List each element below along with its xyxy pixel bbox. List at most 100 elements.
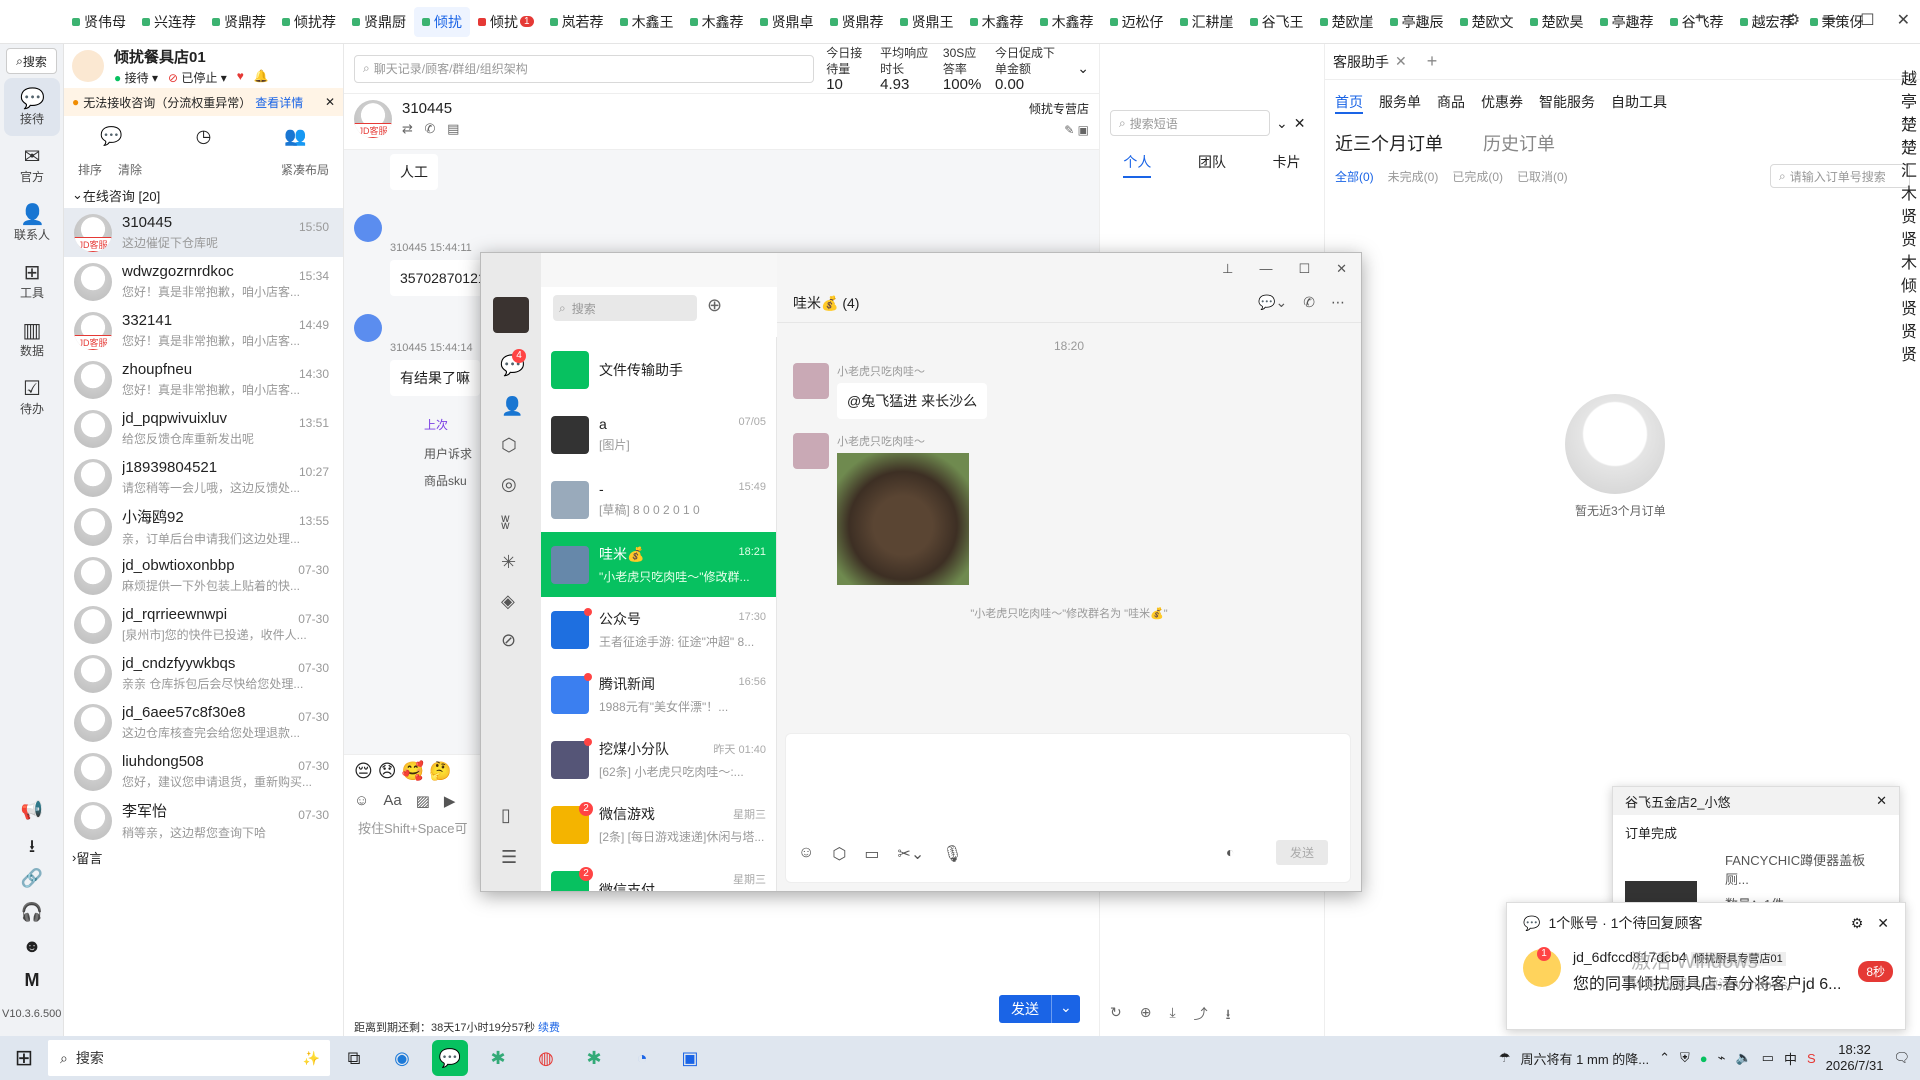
chat-options-icon[interactable]: 💬⌄ <box>1258 294 1287 311</box>
wechat-chat-item[interactable]: 挖煤小分队 [62条] 小老虎只吃肉哇～:... 昨天 01:40 <box>541 727 776 792</box>
edge-tab-label[interactable]: 贤 <box>1901 206 1920 229</box>
rail-item[interactable]: ▥ 数据 <box>0 310 64 368</box>
tab-item[interactable]: 木鑫荐 <box>1032 7 1102 37</box>
edge-tab-label[interactable]: 楚 <box>1901 137 1920 160</box>
edge-tab-label[interactable]: 贤 <box>1901 298 1920 321</box>
maximize-button[interactable]: ☐ <box>1298 261 1310 276</box>
language-indicator[interactable]: 中 <box>1784 1049 1797 1068</box>
clock[interactable]: 18:32 2026/7/31 <box>1826 1042 1884 1074</box>
close-icon[interactable]: ✕ <box>1294 115 1306 132</box>
tab-item[interactable]: 亭趣辰 <box>1382 7 1452 37</box>
order-search-input[interactable]: ⌕ 请输入订单号搜索 <box>1770 164 1910 188</box>
phrase-tab[interactable]: 卡片 <box>1273 152 1301 178</box>
rail-item[interactable]: ☑ 待办 <box>0 368 64 426</box>
conversation-item[interactable]: liuhdong508 您好，建议您申请退货，重新购买... 07-30 <box>64 747 343 796</box>
wechat-chat-item[interactable]: 哇米💰 "小老虎只吃肉哇～"修改群... 18:21 <box>541 532 776 597</box>
settings-icon[interactable]: ⚙ <box>1786 10 1800 30</box>
edge-tab-label[interactable]: 贤 <box>1901 344 1920 367</box>
edge-tab-label[interactable]: 贤 <box>1901 229 1920 252</box>
box-icon[interactable]: ⬡ <box>832 844 846 864</box>
call-icon[interactable]: ✆ <box>1303 294 1315 311</box>
tab-item[interactable]: 贤鼎荐 <box>204 7 274 37</box>
emoji-icon[interactable]: ☻ <box>0 936 64 970</box>
emoji-icon[interactable]: ☺ <box>354 792 369 810</box>
tab-item[interactable]: 贤鼎卓 <box>752 7 822 37</box>
maximize-button[interactable]: ☐ <box>1860 10 1874 30</box>
tab-item[interactable]: 贤鼎荐 <box>822 7 892 37</box>
assistant-tab[interactable]: 客服助手 <box>1333 52 1389 72</box>
order-filter[interactable]: 已完成(0) <box>1452 168 1503 185</box>
edge-tab-label[interactable]: 倾 <box>1901 275 1920 298</box>
send-button[interactable]: 发送 <box>999 995 1051 1023</box>
link-icon[interactable]: 🔗 <box>0 868 64 902</box>
note-icon[interactable]: ▤ <box>447 121 459 136</box>
chat-search-input[interactable]: ⌕ 聊天记录/顾客/群组/组织架构 <box>354 54 815 83</box>
task-view-icon[interactable]: ⧉ <box>336 1040 372 1076</box>
tab-item[interactable]: 谷飞王 <box>1242 7 1312 37</box>
network-icon[interactable]: ⌁ <box>1718 1050 1726 1066</box>
dog-photo[interactable] <box>837 453 969 585</box>
taskbar-search[interactable]: ⌕ 搜索 ✨ <box>48 1040 330 1076</box>
clock-icon[interactable]: ◷ <box>196 126 212 147</box>
app-star2-icon[interactable]: ✱ <box>576 1040 612 1076</box>
weather-text[interactable]: 周六将有 1 mm 的降... <box>1521 1049 1650 1068</box>
close-button[interactable]: ✕ <box>1897 10 1910 30</box>
m-logo-icon[interactable]: M <box>0 970 64 1004</box>
order-section-tab[interactable]: 历史订单 <box>1483 130 1555 156</box>
edge-tab-label[interactable]: 贤 <box>1901 321 1920 344</box>
phone-nav-icon[interactable]: ▯ <box>501 805 511 826</box>
image-icon[interactable]: ▨ <box>416 792 430 810</box>
edge-tab-label[interactable]: 木 <box>1901 183 1920 206</box>
app-blue-icon[interactable]: ◔ <box>624 1040 660 1076</box>
edge-tab-label[interactable]: 越 <box>1901 68 1920 91</box>
tab-item[interactable]: 贤伟母 <box>64 7 134 37</box>
wechat-chat-item[interactable]: a [图片] 07/05 <box>541 402 776 467</box>
menu-nav-icon[interactable]: ☰ <box>501 847 517 868</box>
stopped-select[interactable]: ⊘ 已停止 ▾ <box>168 69 227 86</box>
wechat-taskbar-icon[interactable]: 💬 <box>432 1040 468 1076</box>
tab-item[interactable]: 倾扰 <box>414 6 470 37</box>
edge-tab-label[interactable]: 楚 <box>1901 114 1920 137</box>
add-icon[interactable]: ⊕ <box>1140 1004 1152 1028</box>
order-filter[interactable]: 未完成(0) <box>1388 168 1439 185</box>
conversation-item[interactable]: 小海鸥92 亲，订单后台申请我们这边处理... 13:55 <box>64 502 343 551</box>
assistant-nav-item[interactable]: 商品 <box>1437 92 1465 114</box>
folder-icon[interactable]: ▭ <box>864 844 879 864</box>
tab-item[interactable]: 木鑫王 <box>612 7 682 37</box>
clear-button[interactable]: 清除 <box>118 161 142 178</box>
add-tab-button[interactable]: + <box>1695 10 1704 30</box>
tab-item[interactable]: 木鑫荐 <box>962 7 1032 37</box>
phrase-search-input[interactable]: ⌕ 搜索短语 <box>1110 110 1270 136</box>
headset-icon[interactable]: 🎧 <box>0 902 64 936</box>
image-icon[interactable]: ▣ <box>1078 123 1089 137</box>
wechat-chat-item[interactable]: - [草稿] 8 0 0 2 0 1 0 15:49 <box>541 467 776 532</box>
contacts-icon[interactable]: 👥 <box>284 126 306 147</box>
tab-item[interactable]: 倾扰荐 <box>274 7 344 37</box>
app-s-icon[interactable]: S <box>1807 1051 1816 1066</box>
sort-button[interactable]: 排序 <box>78 161 102 178</box>
phrase-tab[interactable]: 个人 <box>1123 152 1152 178</box>
tab-item[interactable]: 楚欧昊 <box>1522 7 1592 37</box>
tab-item[interactable]: 贤鼎王 <box>892 7 962 37</box>
edge-tab-label[interactable]: 亭 <box>1901 91 1920 114</box>
wechat-avatar[interactable] <box>493 297 529 333</box>
bell-icon[interactable]: 🔔 <box>254 69 269 86</box>
tab-item[interactable]: 汇耕崖 <box>1172 7 1242 37</box>
online-group-header[interactable]: ⌄ 在线咨询 [20] <box>64 182 343 208</box>
close-button[interactable]: ✕ <box>1336 261 1347 276</box>
channels-nav-icon[interactable]: ʬ <box>501 513 521 534</box>
phone-icon[interactable]: ✆ <box>425 121 436 136</box>
wechat-chat-item[interactable]: 文件传输助手 <box>541 337 776 402</box>
moments-nav-icon[interactable]: ◎ <box>501 474 521 495</box>
volume-icon[interactable]: 🔈 <box>1735 1050 1751 1066</box>
wechat-chat-item[interactable]: 公众号 王者征途手游: 征途"冲超" 8... 17:30 <box>541 597 776 662</box>
order-filter[interactable]: 已取消(0) <box>1517 168 1568 185</box>
conversation-item[interactable]: zhoupfneu 您好！真是非常抱歉，咱小店客... 14:30 <box>64 355 343 404</box>
pin-icon[interactable]: ⊥ <box>1222 261 1233 276</box>
wechat-chat-item[interactable]: 2 微信游戏 [2条] [每日游戏速递]休闲与塔... 星期三 <box>541 792 776 857</box>
minimize-button[interactable]: — <box>1822 10 1838 30</box>
tab-item[interactable]: 楚欧崖 <box>1312 7 1382 37</box>
conversation-item[interactable]: jd_obwtioxonbbp 麻烦提供一下外包装上贴着的快... 07-30 <box>64 551 343 600</box>
conversation-item[interactable]: j18939804521 请您稍等一会儿哦，这边反馈处... 10:27 <box>64 453 343 502</box>
conversation-item[interactable]: jd_6aee57c8f30e8 这边仓库核查完会给您处理退款... 07-30 <box>64 698 343 747</box>
